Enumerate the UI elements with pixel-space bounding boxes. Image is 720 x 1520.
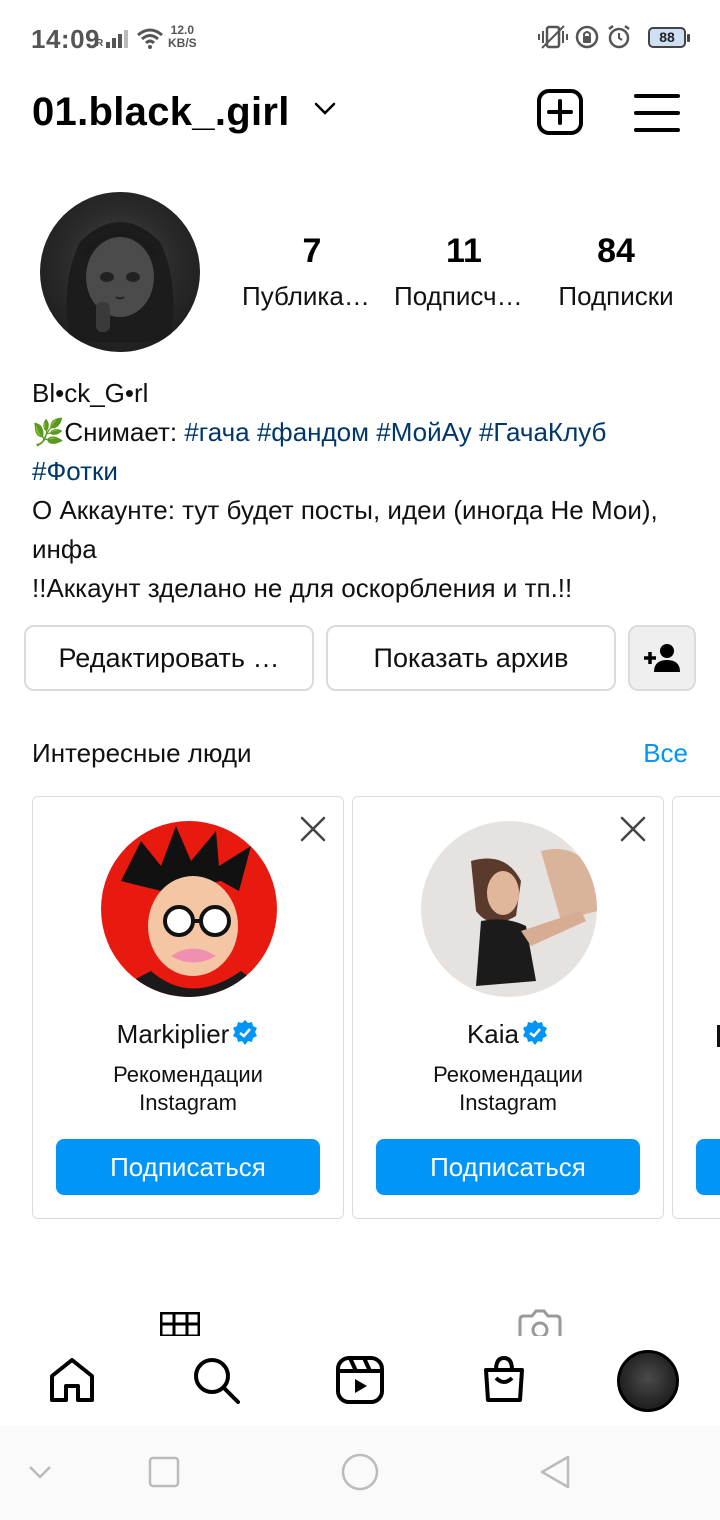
suggestion-name-text: Kaia xyxy=(466,1019,520,1049)
hashtag-link[interactable]: #Фотки xyxy=(32,456,118,486)
verified-badge-icon xyxy=(523,1020,548,1045)
wifi-icon xyxy=(137,28,163,49)
grid-tab-icon[interactable] xyxy=(160,1312,200,1336)
close-icon[interactable] xyxy=(619,815,647,843)
profile-bio: Bl•ck_G•rl 🌿Снимает: #гача #фандом #МойА… xyxy=(32,374,692,608)
menu-icon[interactable] xyxy=(634,90,680,136)
collapse-icon[interactable] xyxy=(28,1464,52,1480)
back-icon[interactable] xyxy=(538,1454,572,1490)
alarm-icon xyxy=(608,25,630,49)
suggestion-reason-line2: Instagram xyxy=(139,1090,237,1115)
network-speed: 12.0 KB/S xyxy=(168,24,197,50)
see-all-link[interactable]: Все xyxy=(643,738,688,769)
suggestion-name[interactable]: Kaia xyxy=(353,1019,663,1050)
system-navigation-bar xyxy=(0,1426,720,1520)
battery-indicator: 88 xyxy=(648,27,690,48)
add-user-icon xyxy=(644,644,680,672)
stat-following[interactable]: 84 Подписки xyxy=(546,232,686,312)
home-icon[interactable] xyxy=(46,1354,98,1406)
profile-header: 01.black_.girl xyxy=(0,76,720,156)
stat-followers-value: 11 xyxy=(446,232,482,270)
suggestion-avatar-illustration xyxy=(101,821,277,997)
stat-followers-label: Подписчики xyxy=(394,281,534,311)
tagged-tab-icon[interactable] xyxy=(518,1308,562,1336)
follow-button[interactable]: Подписаться xyxy=(376,1139,640,1195)
new-post-icon[interactable] xyxy=(536,88,584,136)
edit-profile-button[interactable]: Редактировать … xyxy=(24,625,314,691)
network-speed-unit: KB/S xyxy=(168,36,197,50)
stat-following-value: 84 xyxy=(597,232,635,270)
reels-icon[interactable] xyxy=(334,1354,386,1406)
status-bar: 14:09 R 12.0 KB/S 88 xyxy=(0,0,720,76)
hashtag-link[interactable]: #ГачаКлуб xyxy=(479,417,606,447)
hashtag-link[interactable]: #гача xyxy=(184,417,249,447)
account-username[interactable]: 01.black_.girl xyxy=(32,90,290,135)
chevron-down-icon[interactable] xyxy=(314,102,336,116)
suggestion-name-text: Markiplier xyxy=(116,1019,230,1049)
suggestion-avatar[interactable] xyxy=(421,821,597,997)
avatar-illustration xyxy=(66,222,174,342)
show-archive-button[interactable]: Показать архив xyxy=(326,625,616,691)
suggestion-reason-line1: Рекомендации xyxy=(433,1062,583,1087)
bio-hashtags-line: 🌿Снимает: #гача #фандом #МойАу #ГачаКлуб… xyxy=(32,413,692,491)
profile-content-tabs xyxy=(0,1300,720,1336)
status-time: 14:09 xyxy=(31,24,100,54)
suggestion-card[interactable]: Markiplier Рекомендации Instagram Подпис… xyxy=(32,796,344,1219)
svg-text:R: R xyxy=(96,38,104,48)
bio-note: !!Аккаунт зделано не для оскорбления и т… xyxy=(32,573,573,603)
suggestion-reason: Рекомендации Instagram xyxy=(33,1061,343,1117)
hashtag-link[interactable]: #МойАу xyxy=(376,417,471,447)
rotation-lock-icon xyxy=(575,25,599,49)
suggestion-reason: Рекомендации Instagram xyxy=(353,1061,663,1117)
bio-about: О Аккаунте: тут будет посты, идеи (иногд… xyxy=(32,495,658,564)
suggestions-title: Интересные люди xyxy=(32,738,252,768)
stat-posts-value: 7 xyxy=(302,232,322,270)
stat-posts-label: Публикации xyxy=(242,281,382,311)
close-icon[interactable] xyxy=(299,815,327,843)
stat-followers[interactable]: 11 Подписчики xyxy=(394,232,534,312)
discover-people-button[interactable] xyxy=(628,625,696,691)
recents-icon[interactable] xyxy=(148,1456,180,1488)
profile-avatar-large[interactable] xyxy=(40,192,200,352)
hashtag-link[interactable]: #фандом xyxy=(257,417,369,447)
follow-button-partial[interactable] xyxy=(696,1139,720,1195)
follow-button[interactable]: Подписаться xyxy=(56,1139,320,1195)
stat-following-label: Подписки xyxy=(558,281,674,311)
suggestion-card-partial[interactable] xyxy=(672,796,720,1219)
bottom-navigation xyxy=(0,1336,720,1426)
verified-badge-icon xyxy=(233,1020,258,1045)
suggestion-avatar-photo xyxy=(421,821,597,997)
display-name: Bl•ck_G•rl xyxy=(32,378,149,408)
signal-icon: R xyxy=(96,30,128,48)
shop-icon[interactable] xyxy=(478,1354,530,1406)
suggestion-name[interactable]: Markiplier xyxy=(33,1019,343,1050)
suggestion-avatar[interactable] xyxy=(101,821,277,997)
vibrate-icon xyxy=(538,25,568,49)
bio-prefix: 🌿Снимает: xyxy=(32,417,185,447)
search-icon[interactable] xyxy=(190,1354,242,1406)
suggestion-card[interactable]: Kaia Рекомендации Instagram Подписаться xyxy=(352,796,664,1219)
home-circle-icon[interactable] xyxy=(340,1452,380,1492)
suggestion-reason-line1: Рекомендации xyxy=(113,1062,263,1087)
profile-avatar[interactable] xyxy=(617,1350,679,1412)
suggestion-reason-line2: Instagram xyxy=(459,1090,557,1115)
status-right-icons xyxy=(538,24,632,50)
stat-posts[interactable]: 7 Публикации xyxy=(242,232,382,312)
